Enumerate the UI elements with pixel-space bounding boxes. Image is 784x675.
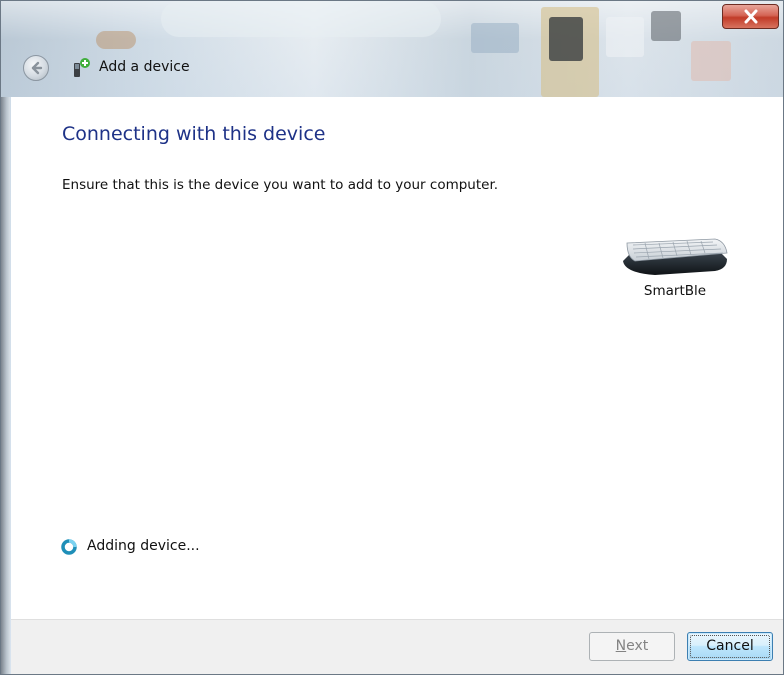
next-label: ext — [626, 638, 649, 654]
glass-decoration — [691, 41, 731, 81]
focus-rectangle — [690, 635, 770, 658]
glass-decoration — [549, 17, 583, 61]
next-button[interactable]: Next — [589, 632, 675, 661]
page-title: Connecting with this device — [62, 123, 326, 145]
add-device-icon — [74, 58, 90, 77]
button-bar: Next Cancel — [11, 619, 783, 674]
glass-decoration — [96, 31, 136, 49]
close-button[interactable] — [722, 4, 779, 29]
instruction-text: Ensure that this is the device you want … — [62, 177, 499, 193]
glass-decoration — [651, 11, 681, 41]
back-button[interactable] — [23, 55, 49, 81]
cancel-button[interactable]: Cancel — [687, 632, 773, 661]
glass-decoration — [471, 23, 519, 53]
back-arrow-icon — [31, 61, 43, 75]
glass-decoration — [606, 17, 644, 57]
glass-decoration — [161, 1, 441, 37]
add-device-window: Add a device Connecting with this device… — [0, 0, 784, 675]
window-frame-left — [1, 97, 10, 674]
status-text: Adding device... — [87, 538, 200, 554]
keyboard-icon — [623, 238, 728, 275]
close-icon — [744, 9, 758, 24]
device-name: SmartBle — [643, 283, 707, 299]
title-bar: Add a device — [1, 1, 783, 97]
busy-spinner-icon — [61, 539, 77, 555]
window-title: Add a device — [99, 59, 190, 75]
dialog-content: Connecting with this device Ensure that … — [11, 97, 783, 619]
device-tile[interactable]: SmartBle — [609, 231, 741, 311]
next-mnemonic: N — [615, 638, 627, 654]
